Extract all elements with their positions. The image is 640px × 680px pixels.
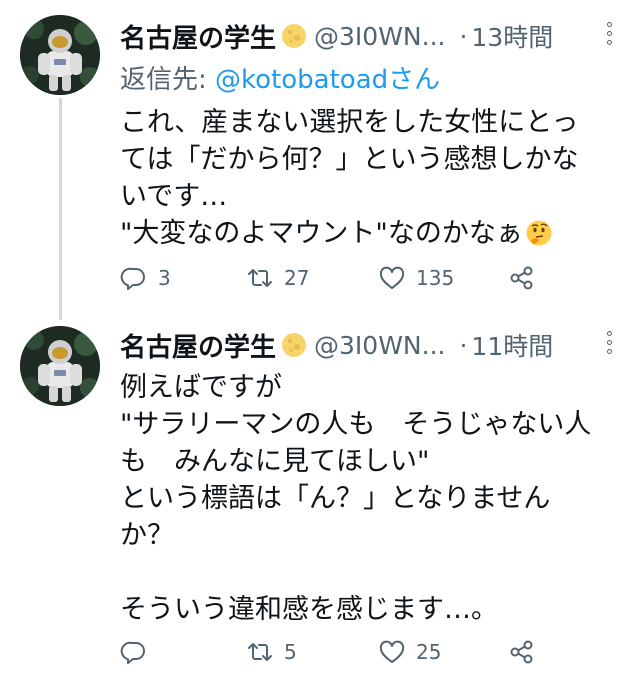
reply-icon [120, 641, 145, 664]
like-button[interactable]: 135 [378, 260, 454, 296]
tweet-text: 例えばですが "サラリーマンの人も そうじゃない人 も みんなに見てほしい" と… [120, 369, 620, 628]
reply-prefix: 返信先: [120, 65, 207, 95]
share-button[interactable] [508, 634, 536, 670]
separator-dot: · [459, 21, 468, 51]
moon-badge-icon [280, 22, 308, 50]
thread-line [59, 98, 62, 320]
retweet-count: 5 [284, 640, 297, 664]
action-bar: 3 27 135 [120, 260, 540, 296]
share-icon [510, 640, 533, 664]
tweet-header: 名古屋の学生 @3I0WN... · 13時間 [120, 12, 620, 60]
author-handle[interactable]: @3I0WN... [314, 22, 445, 51]
tweet-line-with-emoji: "大変なのよマウント"なのかなぁ [120, 215, 620, 252]
like-count: 135 [416, 266, 455, 290]
reply-button[interactable]: 3 [120, 260, 171, 296]
tweet-line [120, 554, 620, 591]
separator-dot: · [459, 330, 468, 360]
reply-to: 返信先: @kotobatoadさん [120, 60, 620, 100]
avatar[interactable] [20, 326, 100, 406]
more-vertical-icon[interactable] [604, 331, 614, 354]
tweet-line: これ、産まない選択をした女性にとっ [120, 107, 579, 138]
like-icon [379, 640, 405, 663]
tweet-body: 名古屋の学生 @3I0WN... · 13時間 返信先: @kotobatoad… [120, 12, 620, 252]
timestamp[interactable]: 13時間 [471, 18, 553, 54]
retweet-count: 27 [284, 266, 310, 290]
tweet-body: 名古屋の学生 @3I0WN... · 11時間 例えばですが "サラリーマンの人… [120, 321, 620, 628]
tweet-line: いです… [120, 181, 228, 212]
tweet-line: そういう違和感を感じます…。 [120, 594, 498, 625]
retweet-button[interactable]: 5 [246, 634, 297, 670]
share-icon [510, 266, 533, 290]
tweet-line: "サラリーマンの人も そうじゃない人 [120, 409, 592, 440]
tweet-line: か？ [120, 520, 174, 551]
tweet-line: 例えばですが [120, 372, 282, 403]
tweet-line: "大変なのよマウント"なのかなぁ [120, 218, 523, 249]
retweet-button[interactable]: 27 [246, 260, 309, 296]
tweet-header: 名古屋の学生 @3I0WN... · 11時間 [120, 321, 620, 369]
like-icon [379, 266, 405, 289]
action-bar: 5 25 [120, 634, 540, 670]
reply-suffix: さん [388, 65, 441, 95]
tweet-text: これ、産まない選択をした女性にとっ ては「だから何？」という感想しかな いです…… [120, 104, 620, 252]
reply-count: 3 [158, 266, 171, 290]
timestamp[interactable]: 11時間 [471, 327, 553, 363]
retweet-icon [248, 269, 272, 287]
tweet-1[interactable]: 名古屋の学生 @3I0WN... · 13時間 返信先: @kotobatoad… [0, 0, 640, 320]
share-button[interactable] [508, 260, 536, 296]
like-button[interactable]: 25 [378, 634, 441, 670]
author-handle[interactable]: @3I0WN... [314, 331, 445, 360]
avatar[interactable] [20, 15, 100, 95]
tweet-2[interactable]: 名古屋の学生 @3I0WN... · 11時間 例えばですが "サラリーマンの人… [0, 318, 640, 680]
tweet-line: ては「だから何？」という感想しかな [120, 144, 579, 175]
author-name[interactable]: 名古屋の学生 [120, 327, 276, 364]
more-vertical-icon[interactable] [604, 22, 614, 45]
tweet-line: という標語は「ん？」となりません [120, 483, 551, 514]
moon-badge-icon [280, 331, 308, 359]
thinking-face-emoji [525, 219, 553, 247]
like-count: 25 [416, 640, 442, 664]
retweet-icon [248, 643, 272, 661]
tweet-line: も みんなに見てほしい" [120, 446, 430, 477]
author-name[interactable]: 名古屋の学生 [120, 18, 276, 55]
reply-to-mention[interactable]: @kotobatoad [215, 65, 388, 95]
reply-icon [120, 267, 145, 290]
reply-button[interactable] [120, 634, 158, 670]
